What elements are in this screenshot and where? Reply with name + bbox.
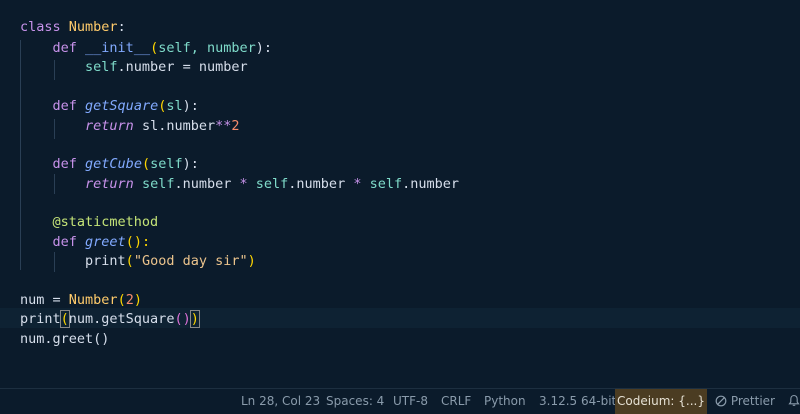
params: self, number [158,40,256,56]
indentation-setting[interactable]: Spaces: 4 [326,389,384,414]
class-name: Number [68,19,118,35]
number-literal: 2 [125,292,134,308]
punct: ): [182,98,199,114]
operator: * [239,176,248,192]
code-text: num.greet() [20,331,110,347]
punct: ( [117,292,126,308]
code-line-5: def getSquare(sl): [52,98,199,114]
notifications-button[interactable] [788,389,800,414]
code-line-1: class Number: [20,17,126,37]
keyword: def [52,234,77,250]
codeium-label: Codeium: {...} [617,394,705,408]
prettier-label: Prettier [730,394,775,408]
keyword: def [52,156,77,172]
params: sl [166,98,183,114]
code-line-17: num.greet() [20,329,109,349]
code-text: num.getSquare [68,311,175,327]
circle-slash-icon [715,395,727,407]
code-text: .number = number [117,59,248,75]
punct: () [174,311,191,327]
self-ref: self [255,176,289,192]
code-line-16: print(num.getSquare()) [20,309,200,329]
class-name: Number [68,292,118,308]
code-line-6: return sl.number**2 [20,116,240,136]
function-name: getSquare [85,98,159,114]
function-name: greet [85,234,126,250]
matched-bracket: ( [59,310,70,328]
status-bar: Ln 28, Col 23 Spaces: 4 UTF-8 CRLF Pytho… [0,388,800,414]
operator: * [353,176,362,192]
function-name: __init__ [85,40,151,56]
code-text: .number [288,176,354,192]
self-ref: self [85,59,118,75]
code-line-8: def getCube(self): [52,156,199,172]
encoding-setting[interactable]: UTF-8 [393,389,428,414]
code-line-12: def greet(): [20,232,151,252]
python-interpreter[interactable]: 3.12.5 64-bit [539,389,616,414]
code-line-3: self.number = number [20,57,248,77]
bell-icon [788,394,800,407]
cursor-position[interactable]: Ln 28, Col 23 [241,389,320,414]
string-literal: "Good day sir" [133,253,248,269]
keyword-return: return [85,118,134,134]
matched-bracket: ) [189,310,200,328]
punct: ): [182,156,199,172]
keyword: class [20,19,61,35]
code-line-13: print("Good day sir") [20,251,256,271]
function-name: getCube [85,156,142,172]
language-mode[interactable]: Python [484,389,526,414]
code-text: .number [174,176,240,192]
builtin-print: print [20,311,61,327]
decorator: @staticmethod [52,214,159,230]
code-line-2: def __init__(self, number): [52,40,273,56]
code-line-15: num = Number(2) [20,290,142,310]
code-text: sl.number [133,118,216,134]
params: self [150,156,183,172]
prettier-status[interactable]: Prettier [715,389,775,414]
punct: (): [125,234,151,250]
code-line-9: return self.number * self.number * self.… [20,174,459,194]
keyword: def [52,40,77,56]
code-text: num = [20,292,69,308]
code-line-11: @staticmethod [20,212,159,232]
operator: ** [215,118,232,134]
keyword: def [52,98,77,114]
self-ref: self [369,176,403,192]
self-ref: self [141,176,175,192]
codeium-status[interactable]: Codeium: {...} [615,389,707,414]
punct: : [117,19,126,35]
punct: ) [247,253,256,269]
keyword-return: return [85,176,134,192]
eol-setting[interactable]: CRLF [441,389,471,414]
builtin-print: print [85,253,126,269]
punct: ): [255,40,273,56]
code-text: .number [402,176,460,192]
number-literal: 2 [231,118,240,134]
punct: ( [125,253,134,269]
punct: ) [133,292,142,308]
code-editor[interactable]: class Number: def __init__(self, number)… [0,0,800,388]
